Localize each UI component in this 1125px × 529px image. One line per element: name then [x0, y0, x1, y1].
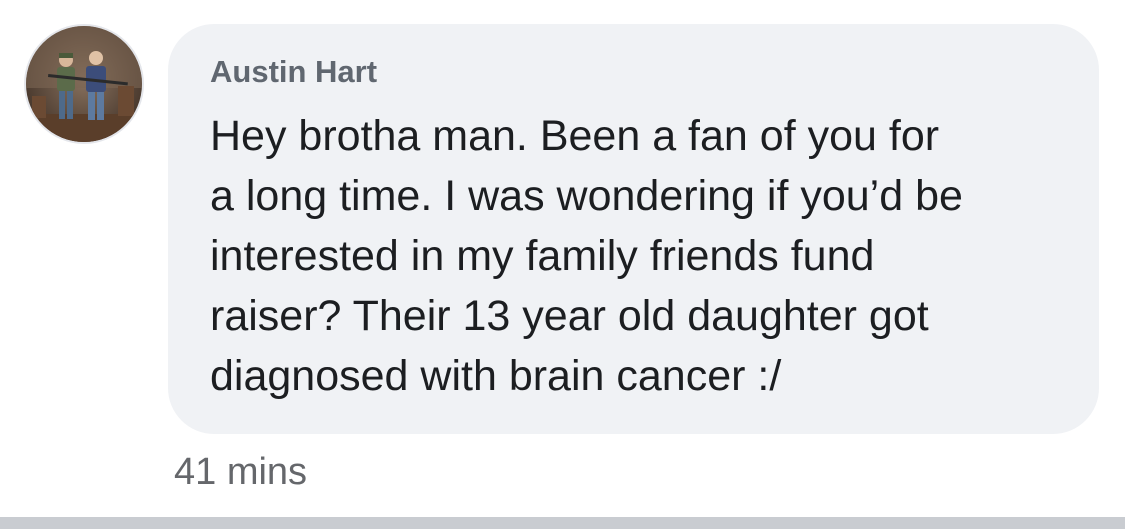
comment-author[interactable]: Austin Hart — [210, 54, 377, 90]
bottom-divider — [0, 517, 1125, 529]
avatar[interactable] — [26, 26, 142, 142]
comment-timestamp[interactable]: 41 mins — [174, 451, 307, 494]
comment-text: Hey brotha man. Been a fan of you for a … — [210, 112, 963, 400]
profile-photo — [26, 26, 142, 142]
comment-bubble[interactable]: Austin Hart Hey brotha man. Been a fan o… — [168, 24, 1099, 434]
